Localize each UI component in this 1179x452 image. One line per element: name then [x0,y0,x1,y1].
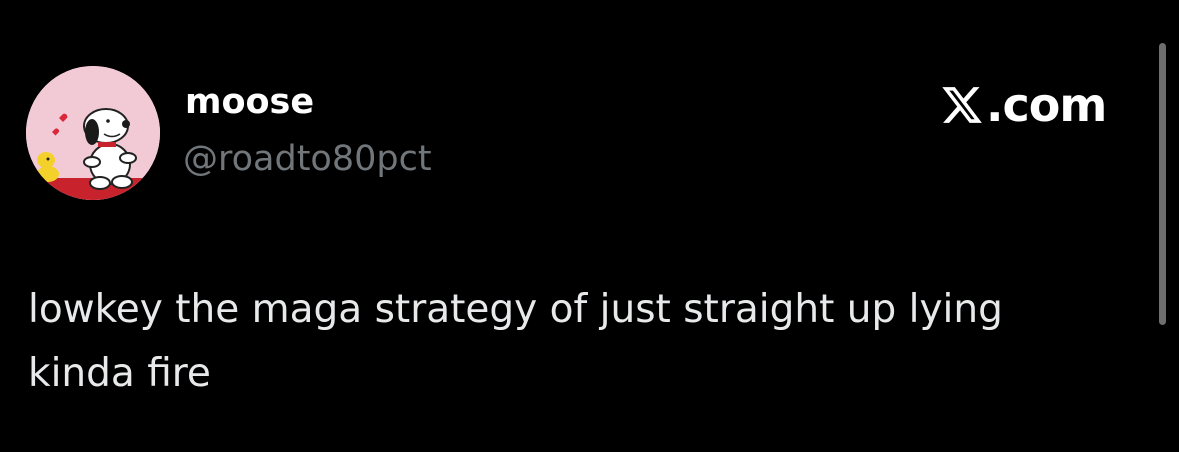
tweet-card: moose @roadto80pct .com lowkey the maga … [0,0,1179,452]
snoopy-avatar-icon [26,66,160,200]
tweet-text-line: lowkey the maga strategy of just straigh… [28,287,1003,332]
author-display-name[interactable]: moose [185,80,314,124]
x-logo-icon [942,87,982,123]
tweet-text: lowkey the maga strategy of just straigh… [28,278,1148,406]
brand-domain-text: .com [986,78,1107,132]
tweet-text-line: kinda fire [28,351,211,396]
brand-link[interactable]: .com [940,78,1107,132]
avatar[interactable] [26,66,160,200]
scrollbar[interactable] [1159,43,1166,325]
author-handle[interactable]: @roadto80pct [183,136,432,182]
